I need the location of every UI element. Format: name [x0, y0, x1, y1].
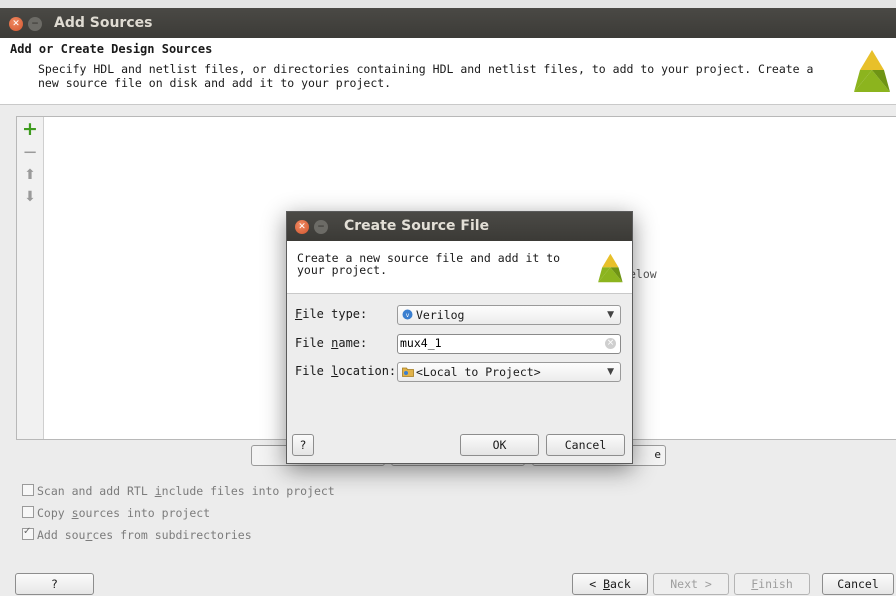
finish-label: inish [758, 577, 793, 591]
file-name-field[interactable]: × [397, 334, 621, 354]
back-button[interactable]: < Back [572, 573, 648, 595]
file-location-value: <Local to Project> [416, 365, 541, 379]
dropdown-arrow-icon: ▼ [607, 367, 614, 377]
window-title: Add Sources [54, 15, 153, 31]
dialog-close-icon[interactable]: ✕ [295, 220, 309, 234]
copy-sources-checkbox[interactable]: Copy sources into project [22, 506, 210, 520]
dialog-description: Create a new source file and add it to y… [297, 251, 561, 277]
wizard-header: Add or Create Design Sources Specify HDL… [0, 38, 896, 105]
dialog-header: Create a new source file and add it to y… [287, 241, 632, 294]
option-label-post: nclude files into project [161, 484, 335, 498]
option-label-pre: Copy [37, 506, 72, 520]
checkbox-box [22, 484, 34, 496]
file-name-label: File name: [295, 336, 367, 350]
main-title-bar: ✕ − Add Sources [0, 8, 896, 38]
file-type-value: Verilog [416, 308, 465, 322]
checkbox-box [22, 506, 34, 518]
label-text: ile type: [302, 307, 368, 321]
file-type-label: File type: [295, 307, 367, 321]
option-label-pre: Add sou [37, 528, 86, 542]
option-label-pre: Scan and add RTL [37, 484, 155, 498]
finish-button[interactable]: Finish [734, 573, 810, 595]
dialog-help-button[interactable]: ? [292, 434, 314, 456]
file-type-select[interactable]: v Verilog ▼ [397, 305, 621, 325]
move-up-icon[interactable]: ⬆ [22, 167, 38, 183]
ok-button[interactable]: OK [460, 434, 539, 456]
svg-text:v: v [406, 312, 410, 319]
file-name-input[interactable] [400, 336, 596, 350]
option-label-mnemonic: s [71, 506, 79, 520]
folder-icon [402, 367, 414, 377]
page-description: Specify HDL and netlist files, or direct… [38, 62, 814, 90]
dialog-title: Create Source File [344, 218, 490, 234]
sources-toolbar: + − ⬆ ⬇ [17, 117, 44, 439]
vivado-logo-icon [854, 50, 890, 92]
dialog-cancel-button[interactable]: Cancel [546, 434, 625, 456]
dialog-title-bar: ✕ − Create Source File [287, 212, 632, 241]
label-text: ocation: [338, 364, 397, 378]
close-window-icon[interactable]: ✕ [9, 17, 23, 31]
label-text: File [295, 364, 332, 378]
minimize-window-icon[interactable]: − [28, 17, 42, 31]
add-subdirectories-checkbox[interactable]: Add sources from subdirectories [22, 526, 252, 542]
next-button[interactable]: Next > [653, 573, 729, 595]
verilog-file-icon: v [402, 309, 413, 320]
create-source-file-dialog: ✕ − Create Source File Create a new sour… [286, 211, 633, 464]
checkbox-box [22, 526, 34, 540]
panel-hint-text: elow [629, 267, 657, 281]
file-location-select[interactable]: <Local to Project> ▼ [397, 362, 621, 382]
dropdown-arrow-icon: ▼ [607, 310, 614, 320]
scan-rtl-checkbox[interactable]: Scan and add RTL include files into proj… [22, 484, 335, 498]
page-title: Add or Create Design Sources [10, 42, 213, 56]
dialog-minimize-icon[interactable]: − [314, 220, 328, 234]
back-mnemonic: B [603, 577, 610, 591]
cancel-button[interactable]: Cancel [822, 573, 894, 595]
label-text: ame: [338, 336, 368, 350]
help-button[interactable]: ? [15, 573, 94, 595]
move-down-icon[interactable]: ⬇ [22, 189, 38, 205]
back-label: ack [610, 577, 631, 591]
option-label-mnemonic: i [154, 484, 162, 498]
file-location-label: File location: [295, 364, 396, 378]
vivado-logo-icon [598, 253, 623, 283]
option-label-post: ources into project [78, 506, 211, 520]
label-text: File [295, 336, 332, 350]
remove-icon[interactable]: − [22, 144, 38, 162]
option-label-post: ces from subdirectories [92, 528, 252, 542]
add-icon[interactable]: + [22, 120, 38, 139]
clear-input-icon[interactable]: × [605, 338, 616, 349]
